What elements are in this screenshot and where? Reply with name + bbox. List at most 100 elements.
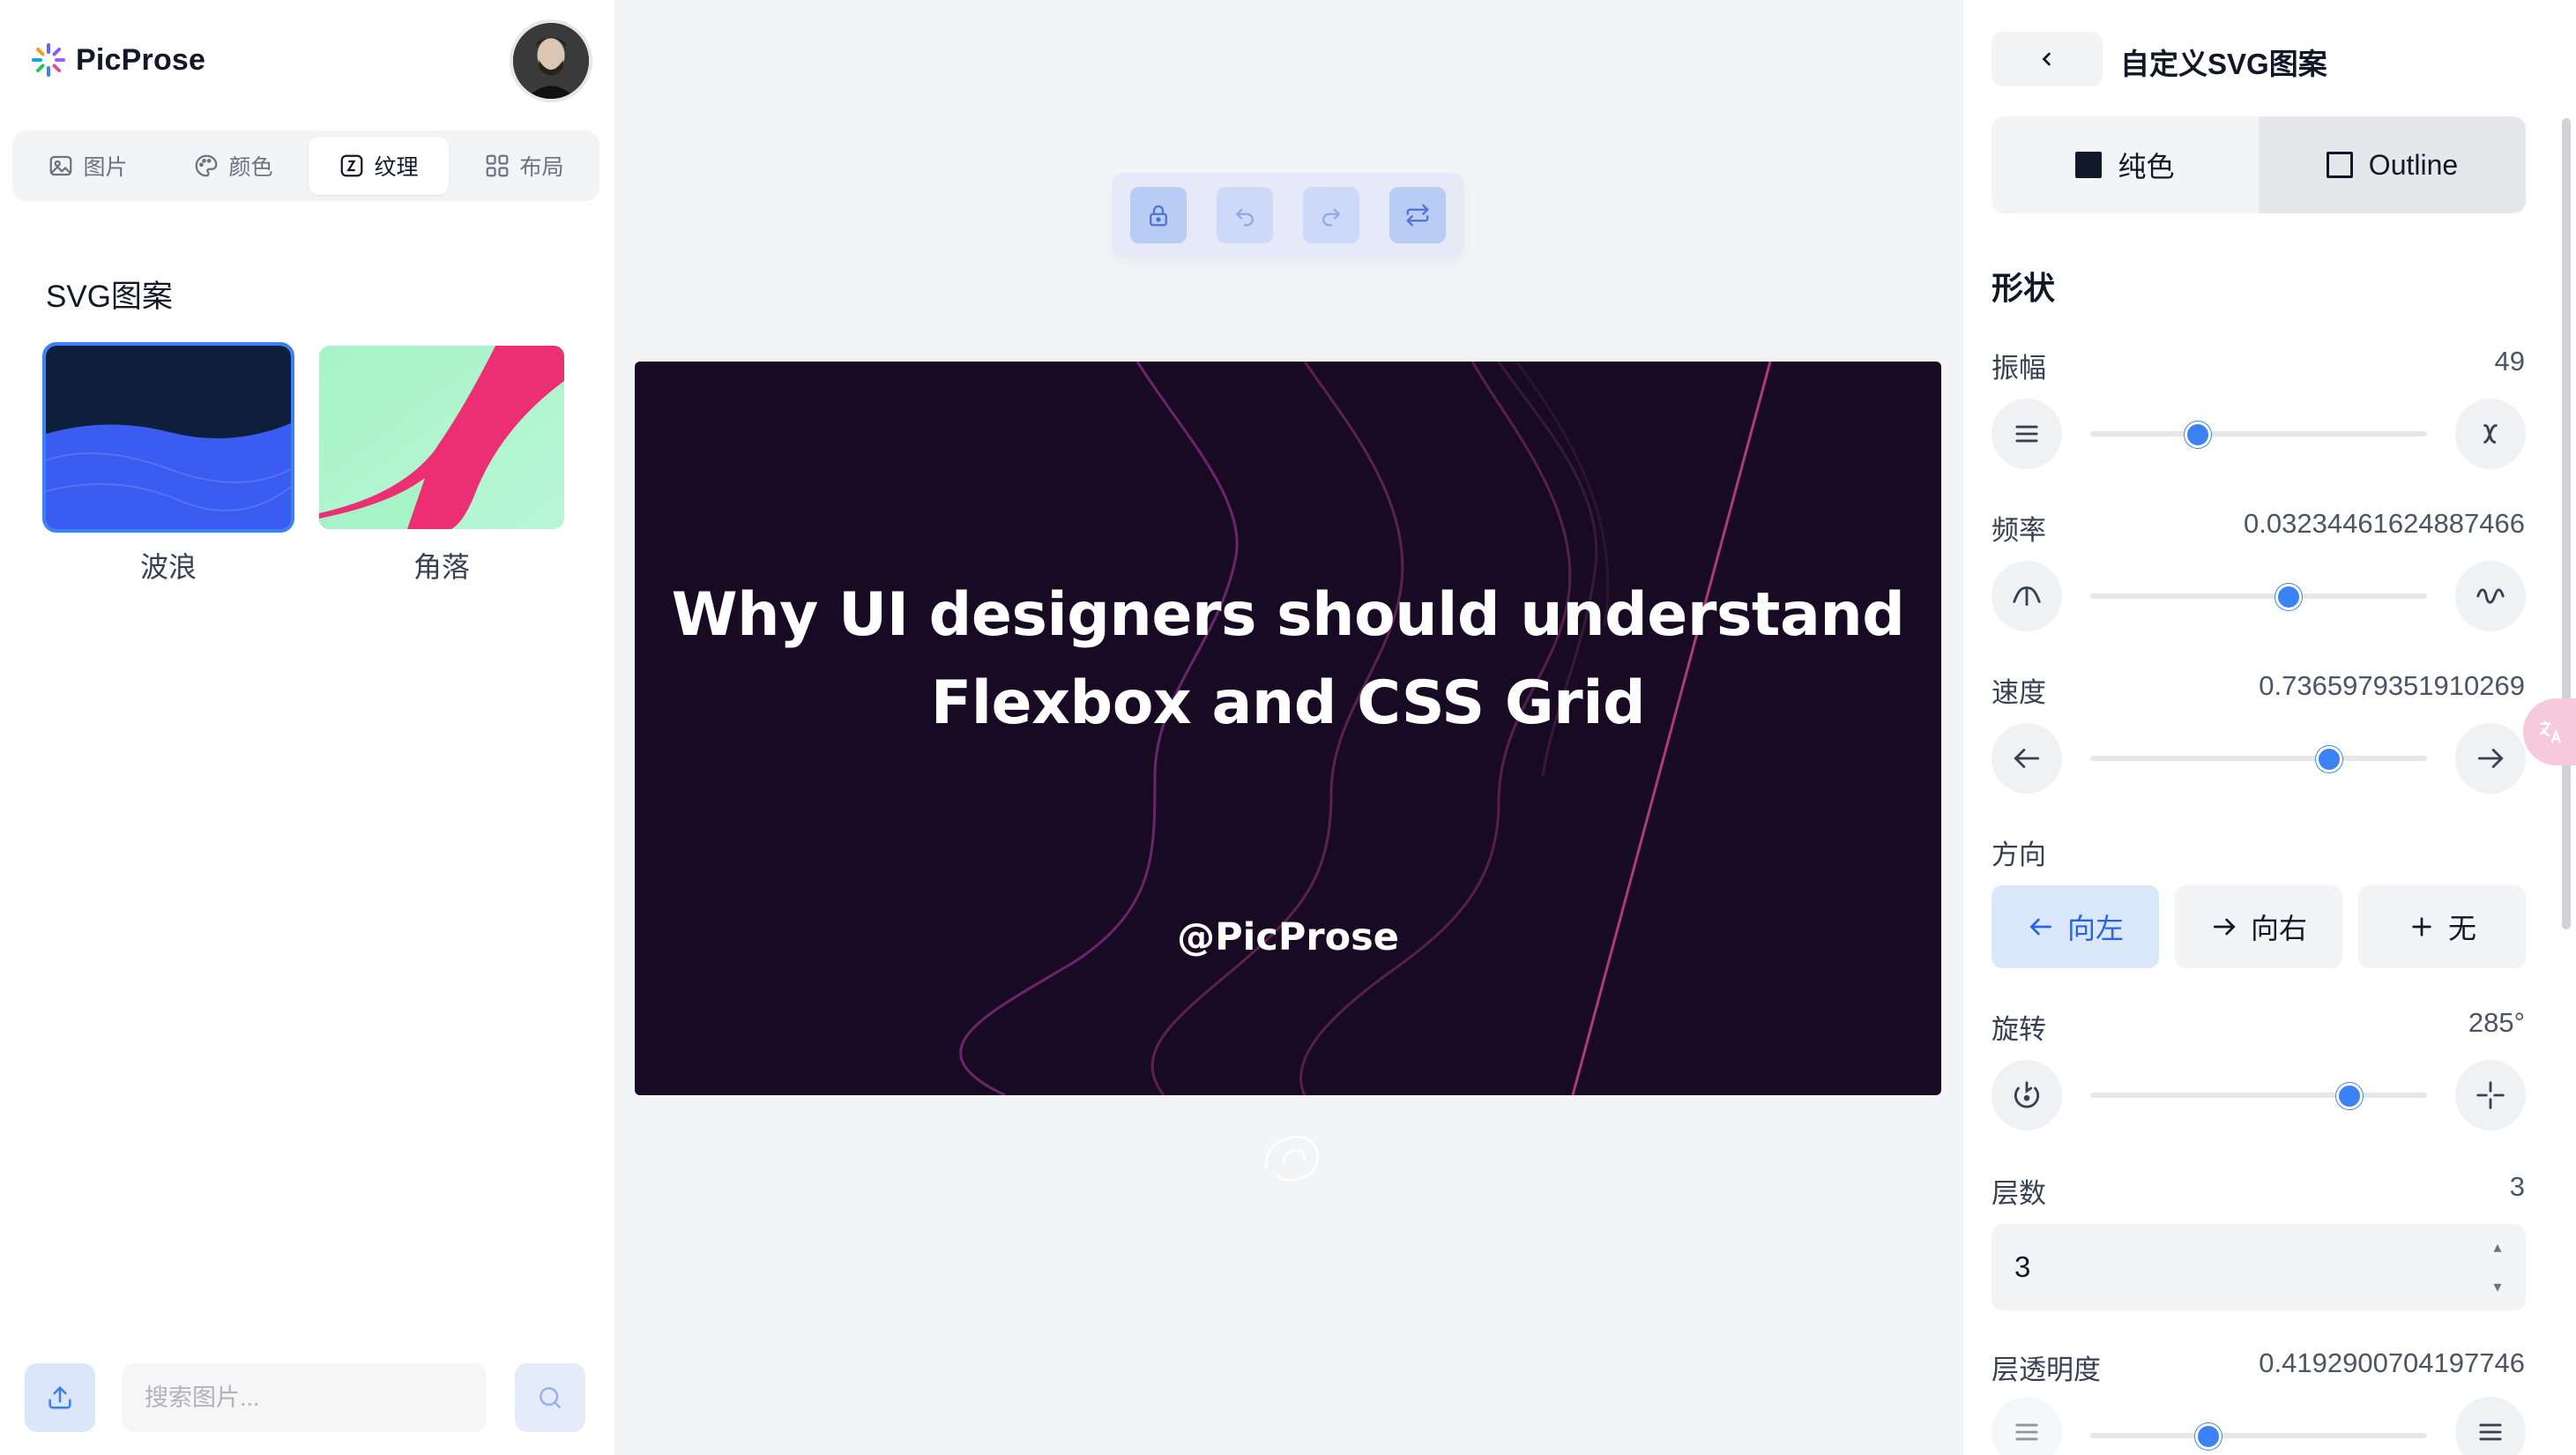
texture-icon (341, 154, 363, 177)
frequency-min-button[interactable] (1992, 561, 2062, 631)
panel-title: 自定义SVG图案 (2120, 48, 2327, 80)
menu-lines-icon (2015, 1423, 2038, 1441)
plus-icon (2412, 917, 2431, 936)
undo-icon (1235, 208, 1254, 227)
amplitude-min-button[interactable] (1992, 399, 2062, 469)
search-button[interactable] (515, 1363, 585, 1432)
cover-handle[interactable]: @PicProse (635, 915, 1941, 959)
lock-icon (1150, 205, 1167, 227)
pattern-wave[interactable] (42, 342, 294, 533)
slider-thumb[interactable] (2336, 1083, 2364, 1109)
direction-none-button[interactable]: 无 (2358, 885, 2526, 968)
speed-max-button[interactable] (2455, 723, 2526, 794)
undo-button[interactable] (1217, 187, 1273, 243)
rotate-icon (2014, 1081, 2040, 1108)
back-button[interactable] (1992, 32, 2103, 86)
brand[interactable]: PicProse (30, 37, 205, 83)
headline-line-2: Flexbox and CSS Grid (930, 668, 1646, 738)
amplitude-max-button[interactable] (2455, 399, 2526, 469)
menu-lines-icon (2479, 1423, 2502, 1441)
stepper-down-icon[interactable]: ▾ (2493, 1278, 2501, 1296)
slider-track (2090, 1093, 2427, 1098)
amplitude-slider[interactable] (2090, 416, 2427, 451)
direction-option-label: 无 (2447, 913, 2476, 944)
upload-button[interactable] (25, 1363, 95, 1432)
lock-button[interactable] (1130, 187, 1187, 243)
shape-section-title: 形状 (1992, 270, 2056, 306)
arrow-left-icon (2014, 749, 2040, 768)
direction-label: 方向 (1992, 839, 2046, 870)
left-sidebar: PicProse 图片 颜色 纹理 布局 SVG图案 波浪 角落 搜索图片... (0, 0, 615, 1455)
tab-label: 颜色 (228, 155, 273, 180)
frequency-slider[interactable] (2090, 578, 2427, 614)
swap-icon (1406, 204, 1429, 227)
slider-thumb[interactable] (2316, 746, 2343, 772)
rotation-reset-button[interactable] (1992, 1060, 2062, 1130)
layer-opacity-value: 0.4192900704197746 (2259, 1347, 2525, 1378)
section-title: SVG图案 (46, 280, 173, 314)
slider-track (2090, 431, 2427, 436)
amplitude-label: 振幅 (1992, 353, 2046, 384)
pattern-label: 波浪 (139, 551, 197, 583)
palette-icon (196, 154, 218, 177)
tab-label: 图片 (83, 155, 128, 180)
stepper-up-icon[interactable]: ▴ (2493, 1238, 2501, 1257)
frequency-value: 0.03234461624887466 (2244, 508, 2525, 539)
grid-layout-icon (487, 154, 509, 177)
speed-value: 0.7365979351910269 (2259, 670, 2525, 701)
layers-stepper[interactable]: ▴ ▾ (2489, 1238, 2506, 1296)
tab-outline[interactable]: Outline (2259, 116, 2526, 213)
outline-square-icon (2326, 152, 2353, 178)
user-avatar[interactable] (510, 19, 592, 102)
sidebar-tabs: 图片 颜色 纹理 布局 (12, 131, 599, 201)
tab-label: Outline (2368, 148, 2459, 181)
pattern-corner[interactable] (319, 346, 564, 529)
slider-thumb[interactable] (2194, 1423, 2222, 1450)
slider-track (2090, 756, 2427, 761)
tab-label: 布局 (519, 155, 564, 180)
direction-option-label: 向左 (2066, 913, 2124, 944)
low-frequency-icon (2013, 586, 2041, 606)
direction-right-button[interactable]: 向右 (2175, 885, 2342, 968)
panel-scrollbar[interactable] (2562, 118, 2571, 929)
swap-button[interactable] (1389, 187, 1446, 243)
brand-name: PicProse (76, 42, 206, 77)
upload-icon (48, 1385, 71, 1409)
cover-headline[interactable]: Why UI designers should understand Flexb… (635, 571, 1941, 748)
layers-number-input[interactable]: 3 ▴ ▾ (1992, 1224, 2526, 1310)
redo-icon (1322, 208, 1341, 227)
filled-square-icon (2075, 152, 2103, 178)
direction-left-button[interactable]: 向左 (1992, 885, 2159, 968)
crosshair-icon (2476, 1081, 2505, 1109)
tab-solid[interactable]: 纯色 (1992, 116, 2259, 213)
tab-texture[interactable]: 纹理 (309, 137, 449, 195)
speed-slider[interactable] (2090, 741, 2427, 776)
cover-canvas[interactable]: Why UI designers should understand Flexb… (635, 362, 1941, 1095)
canvas-toolbar (1113, 173, 1463, 257)
tab-layout[interactable]: 布局 (454, 137, 594, 195)
arrow-left-icon (2029, 918, 2051, 936)
slider-thumb[interactable] (2185, 422, 2212, 448)
tab-color[interactable]: 颜色 (163, 137, 303, 195)
redo-button[interactable] (1303, 187, 1359, 243)
slider-thumb[interactable] (2275, 584, 2303, 610)
layer-opacity-slider[interactable] (2090, 1418, 2427, 1453)
slider-track (2090, 593, 2427, 599)
layer-opacity-label: 层透明度 (1992, 1354, 2101, 1385)
search-input[interactable] (122, 1363, 487, 1432)
menu-lines-icon (2015, 425, 2038, 443)
layer-opacity-min-button[interactable] (1992, 1397, 2062, 1455)
rotation-label: 旋转 (1992, 1014, 2046, 1045)
layers-label: 层数 (1992, 1178, 2046, 1209)
headline-line-1: Why UI designers should understand (671, 580, 1905, 650)
rotation-value: 285° (2468, 1007, 2525, 1038)
layer-opacity-max-button[interactable] (2455, 1397, 2526, 1455)
slider-track (2090, 1433, 2427, 1438)
pattern-label: 角落 (413, 551, 470, 583)
rotation-slider[interactable] (2090, 1078, 2427, 1113)
tab-image[interactable]: 图片 (18, 137, 158, 195)
direction-option-label: 向右 (2250, 913, 2307, 944)
rotation-center-button[interactable] (2455, 1060, 2526, 1130)
frequency-max-button[interactable] (2455, 561, 2526, 631)
speed-min-button[interactable] (1992, 723, 2062, 794)
